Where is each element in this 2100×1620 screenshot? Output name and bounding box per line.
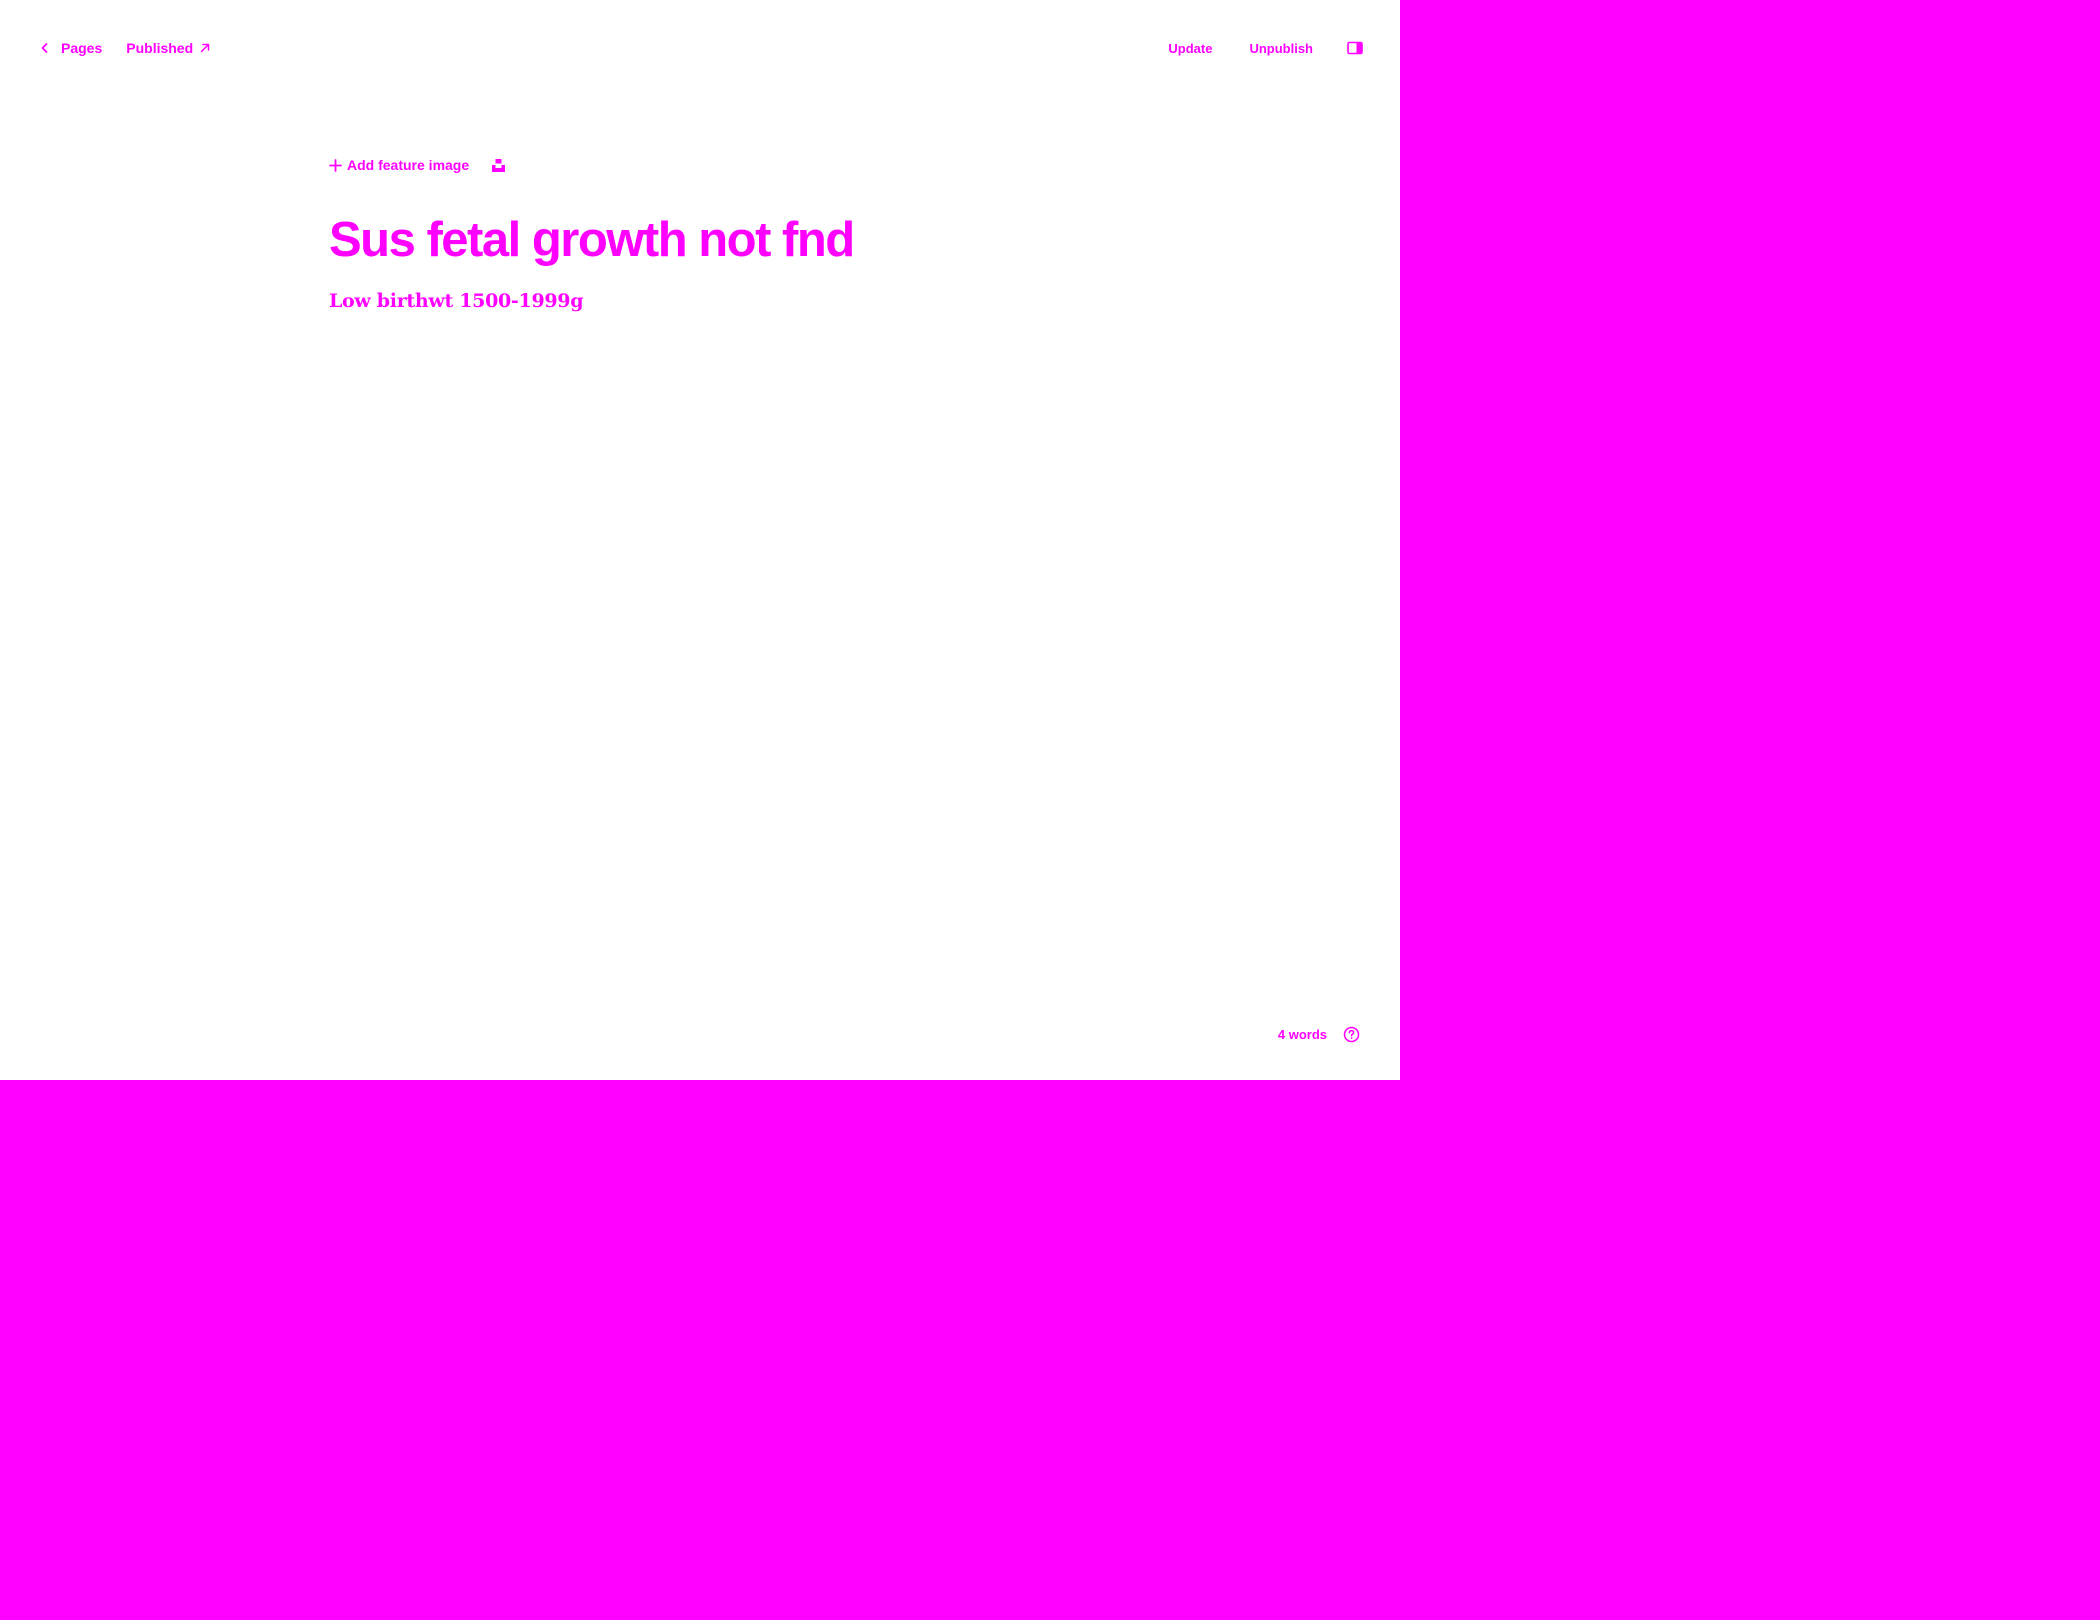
page-excerpt[interactable]: Low birthwt 1500-1999g <box>329 290 1229 312</box>
add-feature-image-button[interactable]: Add feature image <box>329 157 469 173</box>
editor-content: Add feature image Sus fetal growth not f… <box>329 152 1229 312</box>
update-button[interactable]: Update <box>1168 41 1212 56</box>
arrow-up-right-icon <box>200 43 210 53</box>
topbar-left: Pages Published <box>40 36 211 60</box>
back-to-pages-button[interactable]: Pages <box>40 40 102 56</box>
back-label: Pages <box>61 40 103 56</box>
editor-footer: 4 words <box>1278 1022 1360 1046</box>
published-status-link[interactable]: Published <box>126 40 211 56</box>
sidebar-toggle-icon <box>1347 41 1363 55</box>
unpublish-button[interactable]: Unpublish <box>1249 41 1313 56</box>
question-circle-icon <box>1343 1026 1360 1042</box>
feature-image-row: Add feature image <box>329 152 1229 178</box>
editor-canvas: Pages Published Update Unpublish Add fea… <box>0 0 1400 1080</box>
add-feature-image-label: Add feature image <box>347 157 470 173</box>
page-title[interactable]: Sus fetal growth not fnd <box>329 213 1229 268</box>
topbar-right: Update Unpublish <box>1168 36 1363 60</box>
unsplash-button[interactable] <box>491 158 506 173</box>
help-button[interactable] <box>1343 1026 1360 1043</box>
status-label: Published <box>126 40 194 56</box>
chevron-left-icon <box>41 43 48 53</box>
sidebar-toggle-button[interactable] <box>1347 41 1363 55</box>
word-count: 4 words <box>1277 1026 1327 1042</box>
plus-icon <box>329 158 342 172</box>
unsplash-icon <box>492 158 506 172</box>
